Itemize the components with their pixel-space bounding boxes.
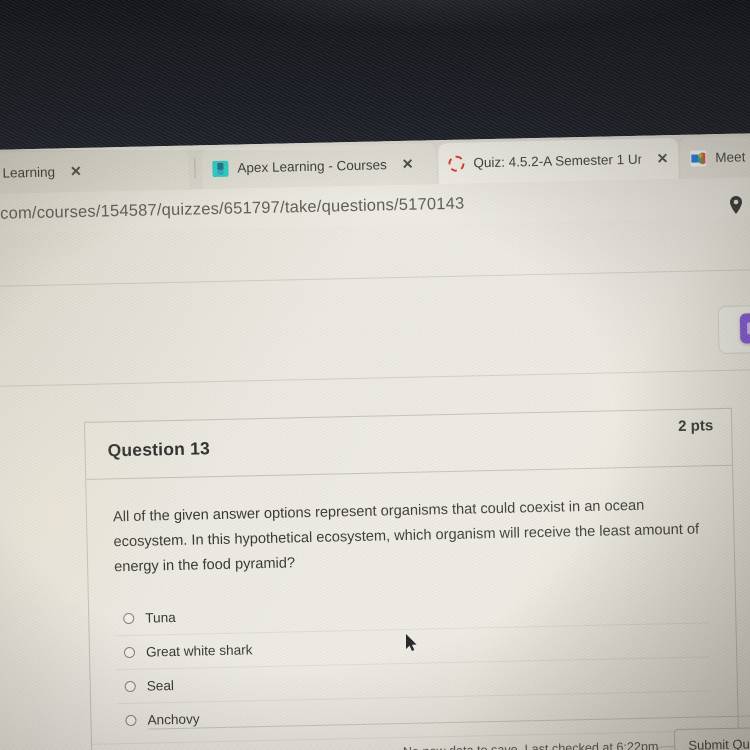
answer-label-0: Tuna [145, 610, 176, 626]
google-meet-favicon-icon [690, 149, 707, 167]
dark-background-area [0, 0, 750, 158]
page-content-area: Question 13 2 pts All of the given answe… [0, 216, 750, 750]
close-icon[interactable]: ✕ [70, 163, 82, 180]
question-points: 2 pts [677, 417, 714, 435]
tab-label-0: ex Learning [0, 164, 56, 182]
extension-badge-icon[interactable] [739, 312, 750, 344]
submit-quiz-button[interactable]: Submit Quiz [673, 726, 750, 750]
address-bar-url: .com/courses/154587/quizzes/651797/take/… [0, 194, 465, 223]
loading-spinner-icon [448, 155, 465, 172]
tab-label-3: Meet [715, 149, 746, 166]
save-status-text: No new data to save. Last checked at 6:2… [402, 738, 659, 750]
close-icon[interactable]: ✕ [656, 150, 668, 167]
tab-divider [194, 158, 196, 179]
browser-tab-3[interactable]: Meet [679, 135, 750, 179]
radio-button-icon[interactable] [125, 715, 137, 727]
screenshot-stage: ex Learning ✕ Apex Learning - Courses ✕ … [0, 0, 750, 750]
question-card: Question 13 2 pts All of the given answe… [83, 407, 741, 750]
radio-button-icon[interactable] [124, 681, 136, 693]
location-pin-icon[interactable] [728, 196, 744, 216]
browser-window: ex Learning ✕ Apex Learning - Courses ✕ … [0, 132, 750, 750]
browser-tab-2-active[interactable]: Quiz: 4.5.2-A Semester 1 Unit ✕ [437, 137, 679, 185]
question-text: All of the given answer options represen… [112, 497, 700, 576]
radio-button-icon[interactable] [123, 647, 136, 659]
close-icon[interactable]: ✕ [402, 156, 414, 173]
question-body: All of the given answer options represen… [86, 466, 738, 744]
tab-label-2: Quiz: 4.5.2-A Semester 1 Unit [473, 151, 642, 171]
browser-tab-1[interactable]: Apex Learning - Courses ✕ [202, 143, 437, 190]
answer-options-list: Tuna Great white shark Seal Anchovy [115, 590, 712, 738]
tab-label-1: Apex Learning - Courses [237, 157, 387, 176]
page-divider-second [0, 368, 750, 387]
answer-label-1: Great white shark [145, 642, 253, 660]
browser-tab-0[interactable]: ex Learning ✕ [0, 148, 189, 195]
answer-label-2: Seal [146, 678, 175, 694]
apex-favicon-icon [212, 160, 229, 177]
page-title: Question 13 [107, 437, 211, 460]
page-divider-top [0, 268, 750, 287]
radio-button-icon[interactable] [123, 613, 135, 625]
answer-label-3: Anchovy [147, 711, 200, 728]
